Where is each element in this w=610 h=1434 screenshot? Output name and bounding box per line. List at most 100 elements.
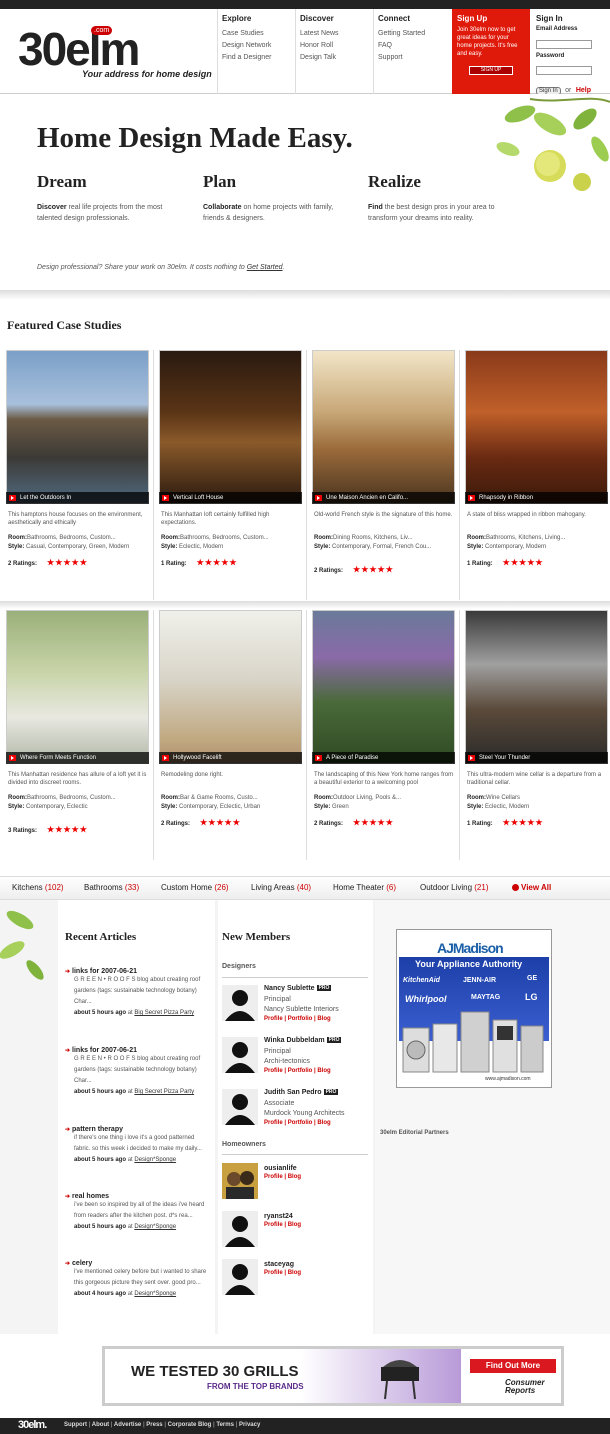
case-study-card[interactable]: Vertical Loft House This Manhattan loft … (159, 350, 302, 567)
case-study-card[interactable]: Let the Outdoors In This hamptons house … (6, 350, 149, 567)
category-home-theater[interactable]: Home Theater (6) (333, 883, 396, 892)
avatar-placeholder-icon[interactable] (222, 985, 258, 1021)
nav-link-design-talk[interactable]: Design Talk (300, 52, 369, 64)
case-study-photo[interactable] (159, 350, 302, 504)
blog-link[interactable]: Blog (317, 1120, 330, 1126)
case-study-photo[interactable] (159, 610, 302, 764)
blog-link[interactable]: Blog (317, 1068, 330, 1074)
article-title[interactable]: pattern therapy (65, 1126, 210, 1133)
grills-ad[interactable]: WE TESTED 30 GRILLS FROM THE TOP BRANDS … (102, 1346, 564, 1406)
category-bathrooms[interactable]: Bathrooms (33) (84, 883, 139, 892)
blog-link[interactable]: Blog (288, 1174, 301, 1180)
avatar-placeholder-icon[interactable] (222, 1089, 258, 1125)
nav-link-find-designer[interactable]: Find a Designer (222, 52, 291, 64)
profile-link[interactable]: Profile (264, 1120, 283, 1126)
case-study-photo[interactable] (6, 350, 149, 504)
ajmadison-ad[interactable]: AJMadison Your Appliance Authority Kitch… (396, 929, 552, 1088)
profile-link[interactable]: Profile (264, 1222, 283, 1228)
member-name[interactable]: Nancy Sublette PRO (264, 985, 332, 992)
case-study-photo[interactable] (312, 610, 455, 764)
portfolio-link[interactable]: Portfolio (288, 1068, 313, 1074)
star-rating-icons[interactable]: ★★★★★ (47, 825, 88, 834)
case-study-caption[interactable]: Hollywood Facelift (159, 752, 302, 764)
avatar-placeholder-icon[interactable] (222, 1037, 258, 1073)
blog-link[interactable]: Blog (317, 1016, 330, 1022)
help-link[interactable]: Help (576, 87, 591, 94)
avatar-placeholder-icon[interactable] (222, 1211, 258, 1247)
article-source-link[interactable]: Design*Sponge (134, 1291, 176, 1297)
footer-link[interactable]: Support (64, 1422, 87, 1428)
member-name[interactable]: ousianlife (264, 1165, 297, 1172)
star-rating-icons[interactable]: ★★★★★ (503, 818, 544, 827)
case-study-photo[interactable] (6, 610, 149, 764)
view-all-link[interactable]: View All (512, 883, 551, 892)
signup-button[interactable]: SIGN UP (469, 66, 513, 75)
case-study-caption[interactable]: Steel Your Thunder (465, 752, 608, 764)
case-study-card[interactable]: Une Maison Ancien en Califo... Old-world… (312, 350, 455, 574)
star-rating-icons[interactable]: ★★★★★ (503, 558, 544, 567)
portfolio-link[interactable]: Portfolio (288, 1016, 313, 1022)
star-rating-icons[interactable]: ★★★★★ (200, 818, 241, 827)
profile-link[interactable]: Profile (264, 1270, 283, 1276)
star-rating-icons[interactable]: ★★★★★ (353, 818, 394, 827)
case-study-caption[interactable]: A Piece of Paradise (312, 752, 455, 764)
portfolio-link[interactable]: Portfolio (288, 1120, 313, 1126)
star-rating-icons[interactable]: ★★★★★ (353, 565, 394, 574)
case-study-caption[interactable]: Une Maison Ancien en Califo... (312, 492, 455, 504)
nav-link-faq[interactable]: FAQ (378, 40, 448, 52)
nav-link-support[interactable]: Support (378, 52, 448, 64)
footer-link[interactable]: Advertise (114, 1422, 141, 1428)
get-started-link[interactable]: Get Started (247, 264, 283, 271)
nav-link-honor-roll[interactable]: Honor Roll (300, 40, 369, 52)
avatar-placeholder-icon[interactable] (222, 1259, 258, 1295)
nav-link-latest-news[interactable]: Latest News (300, 28, 369, 40)
article-source-link[interactable]: Design*Sponge (134, 1224, 176, 1230)
article-source-link[interactable]: Big Secret Pizza Party (134, 1010, 194, 1016)
case-study-photo[interactable] (465, 610, 608, 764)
case-study-caption[interactable]: Let the Outdoors In (6, 492, 149, 504)
case-study-photo[interactable] (312, 350, 455, 504)
profile-link[interactable]: Profile (264, 1174, 283, 1180)
category-custom-home[interactable]: Custom Home (26) (161, 883, 229, 892)
footer-link[interactable]: Press (146, 1422, 162, 1428)
email-field[interactable] (536, 39, 592, 49)
nav-link-getting-started[interactable]: Getting Started (378, 28, 448, 40)
article-title[interactable]: real homes (65, 1193, 210, 1200)
ad-cta-button[interactable]: Find Out More (470, 1359, 556, 1373)
star-rating-icons[interactable]: ★★★★★ (197, 558, 238, 567)
site-logo[interactable]: 30elm .com Your address for home design (18, 14, 212, 84)
case-study-card[interactable]: Hollywood Facelift Remodeling done right… (159, 610, 302, 827)
case-study-card[interactable]: Rhapsody in Ribbon A state of bliss wrap… (465, 350, 608, 567)
article-source-link[interactable]: Design*Sponge (134, 1157, 176, 1163)
category-kitchens[interactable]: Kitchens (102) (12, 883, 64, 892)
case-study-card[interactable]: A Piece of Paradise The landscaping of t… (312, 610, 455, 827)
case-study-caption[interactable]: Vertical Loft House (159, 492, 302, 504)
blog-link[interactable]: Blog (288, 1270, 301, 1276)
password-field[interactable] (536, 66, 592, 75)
case-study-card[interactable]: Where Form Meets Function This Manhattan… (6, 610, 149, 834)
article-title[interactable]: celery (65, 1260, 210, 1267)
profile-link[interactable]: Profile (264, 1016, 283, 1022)
article-title[interactable]: links for 2007-06-21 (65, 1047, 210, 1054)
footer-link[interactable]: Terms (216, 1422, 234, 1428)
footer-link[interactable]: Corporate Blog (168, 1422, 212, 1428)
article-source-link[interactable]: Big Secret Pizza Party (134, 1089, 194, 1095)
profile-link[interactable]: Profile (264, 1068, 283, 1074)
footer-link[interactable]: Privacy (239, 1422, 260, 1428)
nav-link-case-studies[interactable]: Case Studies (222, 28, 291, 40)
star-rating-icons[interactable]: ★★★★★ (47, 558, 88, 567)
footer-link[interactable]: About (92, 1422, 109, 1428)
category-outdoor-living[interactable]: Outdoor Living (21) (420, 883, 489, 892)
blog-link[interactable]: Blog (288, 1222, 301, 1228)
nav-link-design-network[interactable]: Design Network (222, 40, 291, 52)
case-study-caption[interactable]: Where Form Meets Function (6, 752, 149, 764)
case-study-card[interactable]: Steel Your Thunder This ultra-modern win… (465, 610, 608, 827)
category-living-areas[interactable]: Living Areas (40) (251, 883, 311, 892)
case-study-caption[interactable]: Rhapsody in Ribbon (465, 492, 608, 504)
footer-logo[interactable]: 30elm. (18, 1419, 47, 1431)
member-name[interactable]: staceyag (264, 1261, 294, 1268)
member-name[interactable]: ryanst24 (264, 1213, 293, 1220)
article-title[interactable]: links for 2007-06-21 (65, 968, 210, 975)
avatar[interactable] (222, 1163, 258, 1199)
member-name[interactable]: Winka Dubbeldam PRO (264, 1037, 342, 1044)
